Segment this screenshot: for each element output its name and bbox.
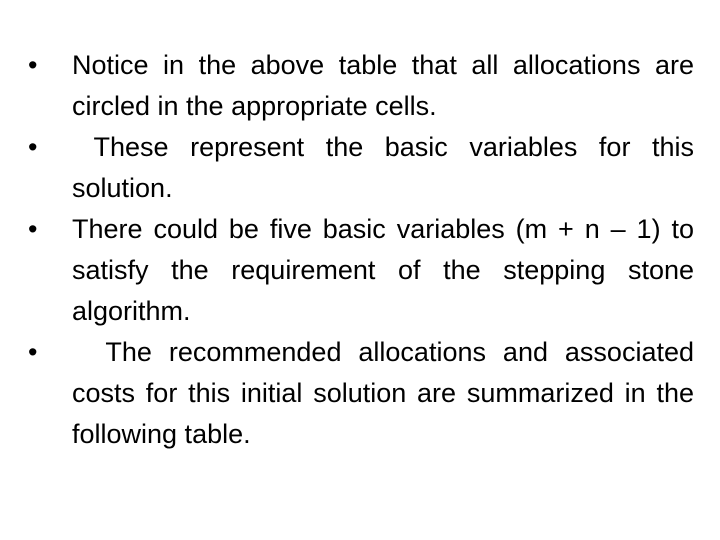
bullet-icon: • (28, 214, 38, 244)
bullet-item: • The recommended allocations and associ… (28, 332, 694, 455)
bullet-text: These represent the basic variables for … (72, 132, 694, 203)
bullet-list: • Notice in the above table that all all… (28, 45, 694, 455)
bullet-item: • Notice in the above table that all all… (28, 45, 694, 127)
bullet-item: • These represent the basic variables fo… (28, 127, 694, 209)
bullet-icon: • (28, 132, 38, 162)
bullet-icon: • (28, 337, 38, 367)
bullet-text: Notice in the above table that all alloc… (72, 50, 694, 121)
bullet-icon: • (28, 50, 38, 80)
bullet-item: • There could be five basic variables (m… (28, 209, 694, 332)
bullet-text: The recommended allocations and associat… (72, 337, 694, 449)
slide: • Notice in the above table that all all… (0, 0, 720, 540)
bullet-text: There could be five basic variables (m +… (72, 214, 694, 326)
